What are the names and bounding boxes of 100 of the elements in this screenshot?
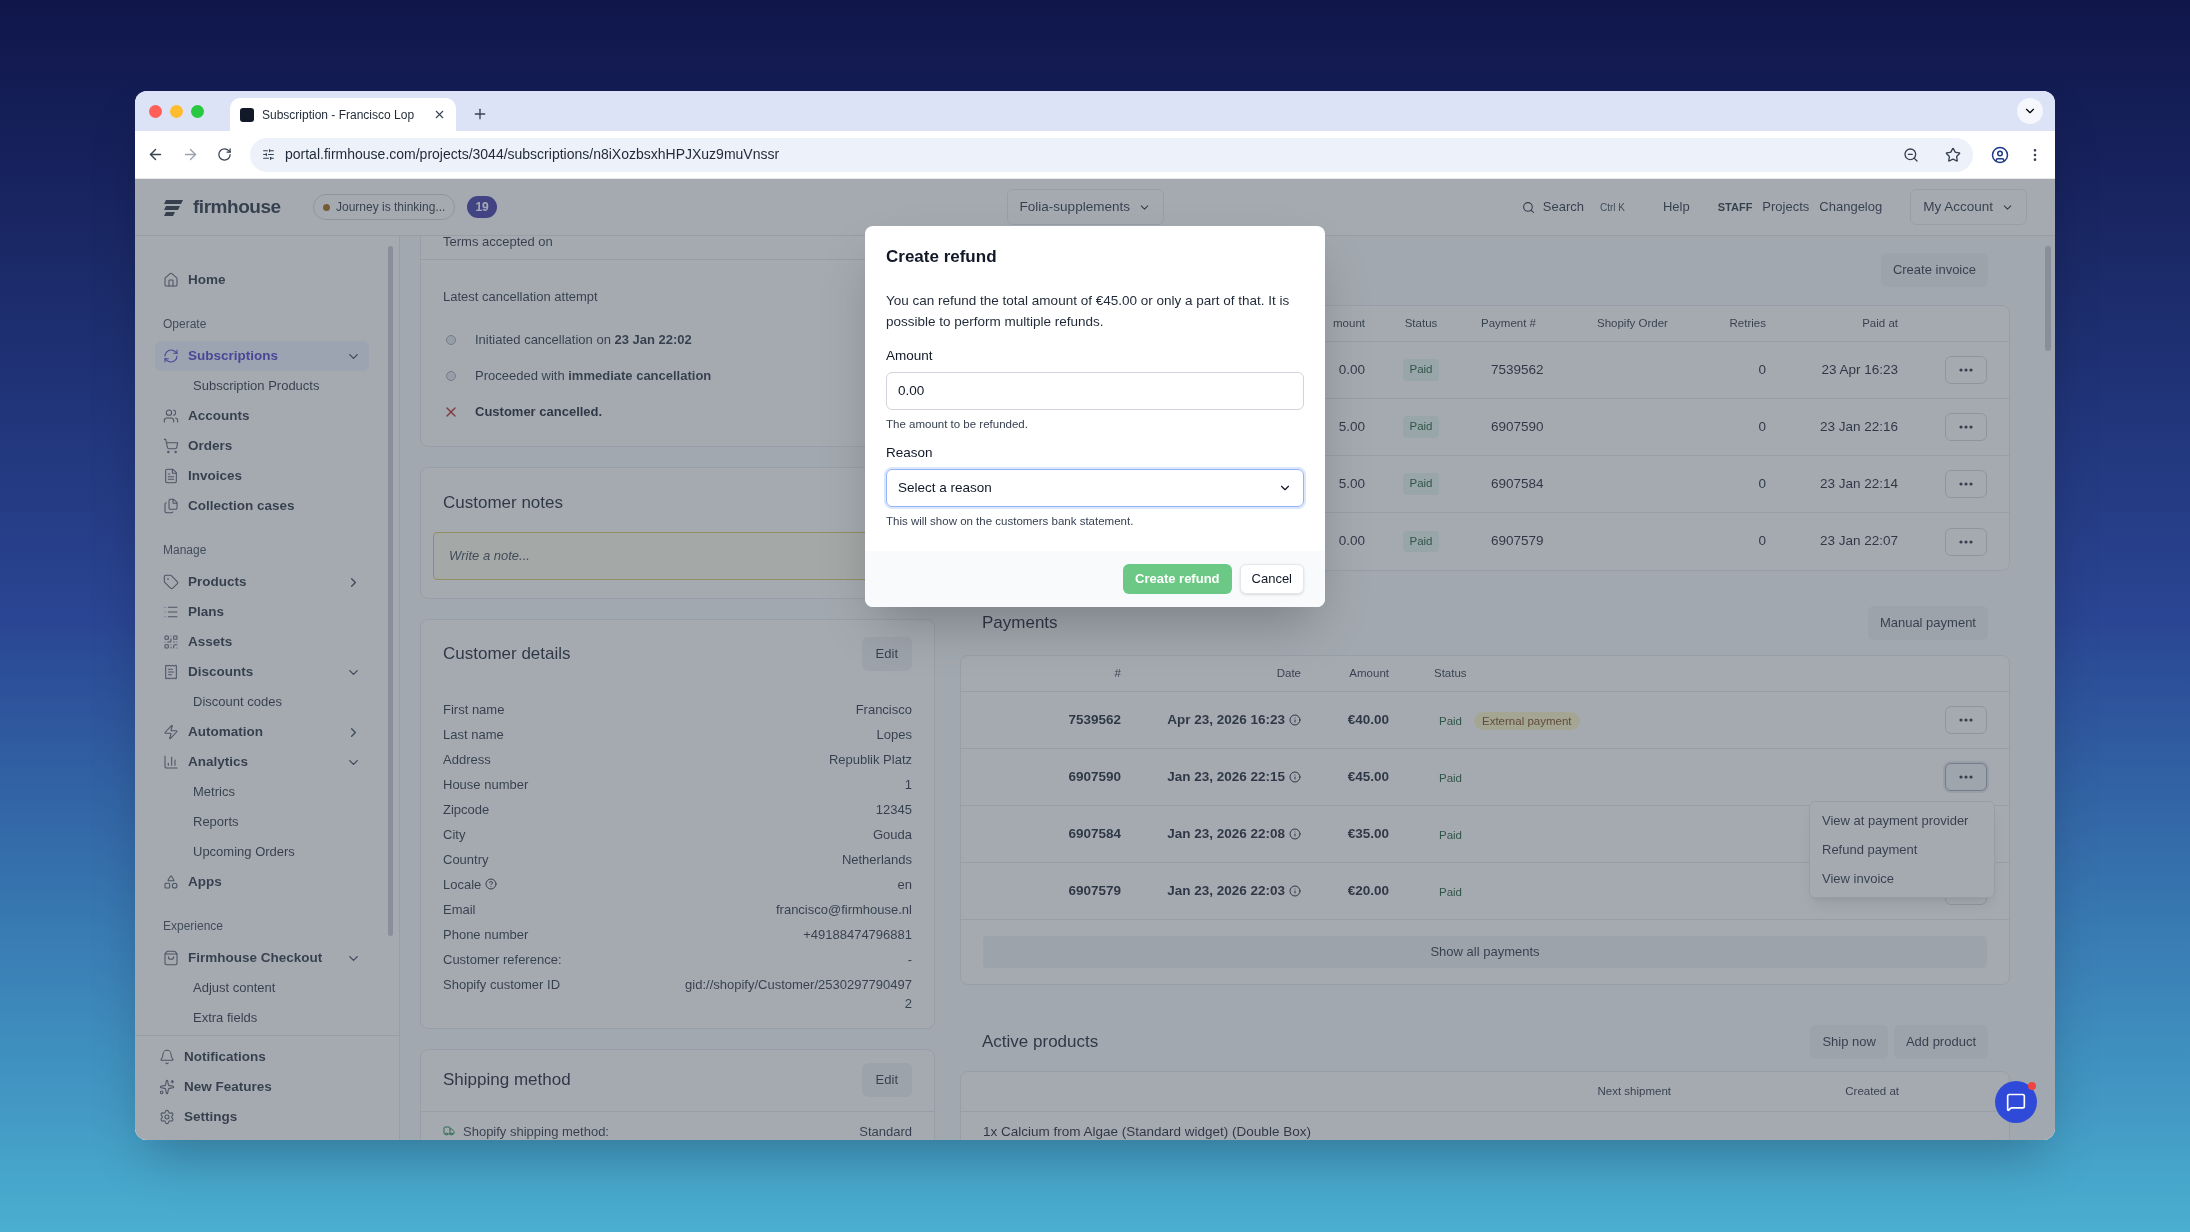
sidebar-subitem[interactable]: Upcoming Orders: [193, 842, 295, 862]
table-cell-text: Jan 23, 2026 22:08: [1167, 824, 1285, 843]
external-payment-badge: External payment: [1474, 712, 1580, 730]
table-cell-text: 6907584: [1068, 824, 1121, 843]
menu-item[interactable]: Refund payment: [1810, 835, 1994, 864]
sidebar-item[interactable]: Assets: [163, 631, 361, 653]
detail-label: Shopify shipping method:: [463, 1122, 609, 1140]
status-badge: Paid: [1403, 359, 1439, 381]
sidebar-item[interactable]: Automation: [163, 721, 346, 743]
journey-pill[interactable]: Journey is thinking...: [313, 194, 456, 220]
detail-value: 1: [904, 775, 912, 794]
staff-label: STAFF: [1717, 199, 1753, 215]
account-button[interactable]: My Account: [1910, 189, 2027, 225]
cancel-button[interactable]: Cancel: [1239, 563, 1304, 594]
amount-field[interactable]: 0.00: [886, 371, 1304, 410]
table-cell-text: €35.00: [1347, 824, 1389, 843]
sidebar-item[interactable]: Invoices: [163, 465, 361, 487]
logo-text: firmhouse: [193, 194, 281, 219]
sidebar-item[interactable]: Home: [163, 269, 361, 291]
sidebar-item[interactable]: Products: [163, 571, 346, 593]
column-header: mount: [1333, 315, 1365, 331]
show-all-button[interactable]: Show all payments: [983, 936, 1987, 968]
product-name: 1x Calcium from Algae (Standard widget) (Double Box): [983, 1122, 1311, 1140]
card-title: Customer notes: [443, 493, 563, 512]
header-link[interactable]: Changelog: [1819, 197, 1883, 217]
detail-value: Netherlands: [841, 850, 912, 869]
detail-value: en: [897, 875, 912, 894]
section-title: Payments: [982, 612, 1058, 635]
sidebar-item[interactable]: Analytics: [163, 751, 346, 773]
status-text: Paid: [1439, 772, 1463, 784]
status-badge: Paid: [1403, 473, 1439, 495]
project-select[interactable]: Folia-supplements: [1006, 189, 1164, 225]
table-cell-text: 5.00: [1338, 417, 1365, 436]
section-title: Active products: [982, 1031, 1099, 1054]
reason-select[interactable]: Select a reason: [886, 469, 1304, 508]
sidebar-item[interactable]: Discounts: [163, 661, 346, 683]
detail-value: gid://shopify/Customer/25302977904972: [684, 975, 912, 1013]
detail-value: 12345: [875, 800, 912, 819]
table-cell-text: 7539562: [1490, 360, 1545, 379]
product-action-button[interactable]: Add product: [1893, 1025, 1988, 1059]
timeline-text: Initiated cancellation on 23 Jan 22:02: [475, 331, 692, 350]
menu-item[interactable]: View at payment provider: [1810, 806, 1994, 835]
table-cell-text: 0.00: [1338, 360, 1365, 379]
section-title: Experience: [163, 919, 224, 933]
sidebar-subitem[interactable]: Extra fields: [193, 1008, 258, 1028]
sidebar-item[interactable]: Accounts: [163, 405, 361, 427]
detail-label: Shopify customer ID: [443, 975, 561, 994]
sidebar-subitem[interactable]: Discount codes: [193, 692, 282, 712]
table-cell-text: Apr 23, 2026 16:23: [1167, 710, 1285, 729]
dialog-description: You can refund the total amount of €45.00 or only a part of that. It is possible to perform multiple refunds.: [886, 291, 1291, 331]
field-help: This will show on the customers bank statement.: [886, 514, 1135, 530]
detail-label: Phone number: [443, 925, 529, 944]
timeline-text: Proceeded with immediate cancellation: [475, 367, 712, 386]
detail-label: Email: [443, 900, 476, 919]
section-title: Manage: [163, 543, 207, 557]
column-header: Next shipment: [1597, 1083, 1671, 1099]
table-cell-text: 6907590: [1490, 417, 1545, 436]
browser-tab[interactable]: Subscription - Francisco Lop: [230, 98, 456, 131]
column-header: Amount: [1349, 665, 1389, 681]
sidebar-item[interactable]: New Features: [159, 1076, 375, 1098]
sidebar-subitem[interactable]: Reports: [193, 812, 239, 832]
table-cell-text: 6907584: [1490, 474, 1545, 493]
column-header: Shopify Order: [1596, 315, 1669, 331]
sidebar-item[interactable]: Orders: [163, 435, 361, 457]
sidebar-item[interactable]: Collection cases: [163, 495, 361, 517]
card-title: Shipping method: [443, 1069, 571, 1092]
manual-payment-button[interactable]: Manual payment: [1867, 606, 1988, 640]
table-cell-text: 0: [1758, 532, 1766, 551]
table-cell-text: 23 Jan 22:07: [1819, 532, 1898, 551]
detail-value: +49188474796881: [803, 925, 912, 944]
menu-item[interactable]: View invoice: [1810, 864, 1994, 893]
detail-value: Francisco: [855, 700, 912, 719]
product-action-button[interactable]: Ship now: [1810, 1025, 1888, 1059]
header-link[interactable]: Help: [1663, 197, 1690, 217]
edit-button[interactable]: Edit: [861, 1063, 912, 1097]
column-header: Created at: [1845, 1083, 1899, 1099]
detail-label: City: [443, 825, 466, 844]
detail-value: Standard: [859, 1122, 912, 1140]
sidebar-subitem[interactable]: Adjust content: [193, 978, 276, 998]
table-cell-text: 5.00: [1338, 474, 1365, 493]
address-bar[interactable]: portal.firmhouse.com/projects/3044/subscriptions/n8iXozbsxhHPJXuz9muVnssr: [250, 137, 1973, 172]
dialog-title: Create refund: [886, 246, 998, 268]
search-field[interactable]: Search Ctrl K: [1513, 192, 1633, 222]
sidebar-item[interactable]: Notifications: [159, 1046, 375, 1068]
sidebar-subitem[interactable]: Metrics: [193, 782, 235, 802]
sidebar-item[interactable]: Plans: [163, 601, 361, 623]
edit-button[interactable]: Edit: [861, 636, 912, 671]
table-cell-text: Jan 23, 2026 22:15: [1167, 767, 1285, 786]
table-cell-text: 0.00: [1338, 532, 1365, 551]
table-cell-text: €45.00: [1347, 767, 1389, 786]
create-invoice-button[interactable]: Create invoice: [1880, 253, 1988, 287]
sidebar-item[interactable]: Firmhouse Checkout: [163, 947, 346, 969]
detail-value: Lopes: [876, 725, 912, 744]
header-link[interactable]: Projects: [1762, 197, 1810, 217]
sidebar-item[interactable]: Settings: [159, 1106, 375, 1128]
sidebar-subitem[interactable]: Subscription Products: [193, 376, 320, 396]
detail-value: francisco@firmhouse.nl: [775, 900, 912, 919]
sidebar-item[interactable]: Apps: [163, 871, 361, 893]
status-text: Paid: [1439, 829, 1463, 841]
status-text: Paid: [1439, 715, 1463, 727]
